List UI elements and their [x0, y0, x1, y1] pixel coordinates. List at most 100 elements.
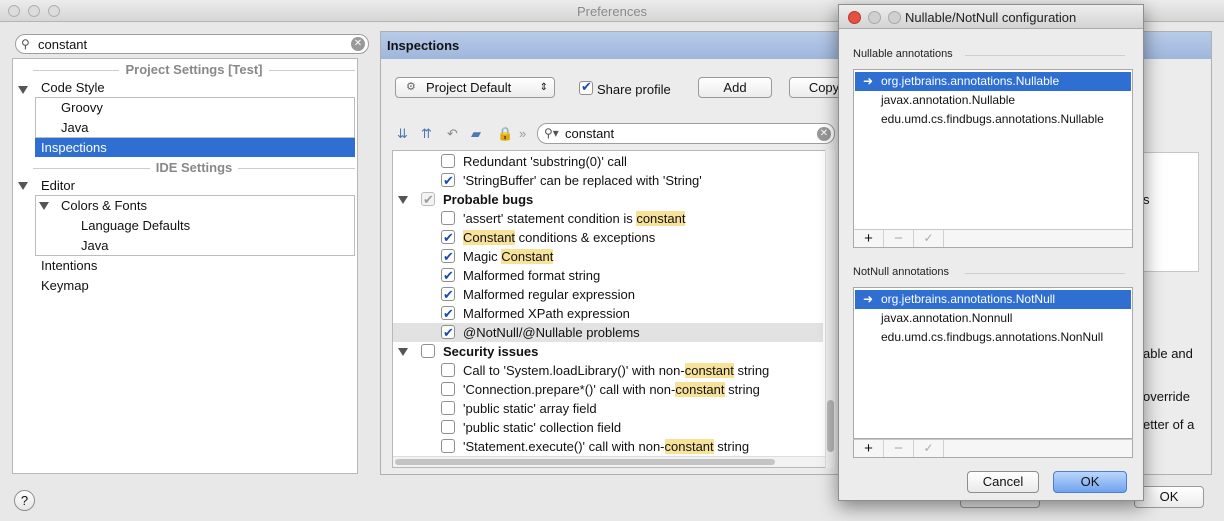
inspection-list: Redundant 'substring(0)' call 'StringBuff… — [392, 150, 835, 468]
inspection-checkbox[interactable] — [441, 266, 455, 285]
inspection-vertical-scrollbar[interactable] — [825, 150, 835, 468]
remove-notnull-icon[interactable]: − — [884, 440, 914, 457]
inspection-label: Call to 'System.loadLibrary()' with non-… — [463, 363, 770, 378]
notnull-item-selected[interactable]: ➜ org.jetbrains.annotations.NotNull — [855, 290, 1131, 309]
inspection-item[interactable]: 'Statement.execute()' call with non-cons… — [393, 437, 823, 456]
tree-item-editor[interactable]: Editor — [41, 176, 75, 195]
tree-item-intentions[interactable]: Intentions — [41, 256, 97, 275]
lock-icon[interactable]: 🔒 — [497, 126, 513, 142]
inspection-checkbox[interactable] — [441, 323, 455, 342]
nullable-item[interactable]: edu.umd.cs.findbugs.annotations.Nullable — [855, 110, 1131, 129]
notnull-item[interactable]: edu.umd.cs.findbugs.annotations.NonNull — [855, 328, 1131, 347]
inspection-checkbox[interactable] — [441, 420, 455, 434]
horizontal-scroll-thumb[interactable] — [395, 459, 775, 465]
remove-nullable-icon[interactable]: − — [884, 230, 914, 247]
inspection-filter-input[interactable]: ⚲▾ constant ✕ — [537, 123, 835, 144]
inspection-checkbox[interactable] — [441, 211, 455, 225]
more-icon[interactable]: » — [519, 126, 526, 141]
reset-icon[interactable]: ↶ — [447, 126, 458, 142]
inspection-item[interactable]: Constant conditions & exceptions — [393, 228, 823, 247]
clear-search-icon[interactable]: ✕ — [351, 37, 365, 51]
inspection-item[interactable]: Call to 'System.loadLibrary()' with non-… — [393, 361, 823, 380]
nullable-item[interactable]: javax.annotation.Nullable — [855, 91, 1131, 110]
settings-search-input[interactable]: ⚲ constant ✕ — [15, 34, 369, 54]
expand-group-icon[interactable] — [398, 196, 408, 204]
inspection-item[interactable]: 'assert' statement condition is constant — [393, 209, 823, 228]
tree-item-keymap[interactable]: Keymap — [41, 276, 89, 295]
inspection-group[interactable]: Probable bugs — [393, 190, 823, 209]
inspection-item[interactable]: 'Connection.prepare*()' call with non-co… — [393, 380, 823, 399]
dialog-title: Nullable/NotNull configuration — [905, 10, 1077, 25]
inspection-label: Malformed format string — [463, 268, 601, 283]
inspection-checkbox[interactable] — [421, 344, 435, 358]
edit-icon[interactable]: ▰ — [471, 126, 481, 142]
expand-colors-fonts-icon[interactable] — [39, 202, 49, 210]
inspection-item[interactable]: Magic Constant — [393, 247, 823, 266]
tree-item-groovy[interactable]: Groovy — [61, 98, 103, 117]
dialog-zoom-button[interactable] — [888, 11, 901, 24]
profile-icon: ⚙ — [406, 81, 416, 93]
dialog-ok-button[interactable]: OK — [1053, 471, 1127, 493]
inspection-label: Security issues — [443, 344, 539, 359]
dialog-close-button[interactable] — [848, 11, 861, 24]
inspection-item[interactable]: 'StringBuffer' can be replaced with 'Str… — [393, 171, 823, 190]
inspection-item[interactable]: Malformed regular expression — [393, 285, 823, 304]
inspection-group[interactable]: Security issues — [393, 342, 823, 361]
inspection-checkbox[interactable] — [441, 439, 455, 453]
inspection-label: 'public static' collection field — [463, 420, 622, 435]
inspection-checkbox[interactable] — [421, 190, 435, 209]
inspection-item[interactable]: Redundant 'substring(0)' call — [393, 152, 823, 171]
dialog-minimize-button[interactable] — [868, 11, 881, 24]
inspection-label: 'StringBuffer' can be replaced with 'Str… — [463, 173, 702, 188]
inspection-checkbox[interactable] — [441, 304, 455, 323]
tree-item-inspections[interactable]: Inspections — [35, 138, 355, 157]
tree-item-language-defaults[interactable]: Language Defaults — [81, 216, 190, 235]
tree-item-java-colors[interactable]: Java — [81, 236, 108, 255]
inspection-checkbox[interactable] — [441, 228, 455, 247]
help-button[interactable]: ? — [14, 490, 35, 511]
notnull-item[interactable]: javax.annotation.Nonnull — [855, 309, 1131, 328]
inspection-checkbox[interactable] — [441, 401, 455, 415]
nullable-item-selected[interactable]: ➜ org.jetbrains.annotations.Nullable — [855, 72, 1131, 91]
section-ide-settings: IDE Settings — [33, 160, 355, 175]
add-notnull-icon[interactable]: + — [854, 440, 884, 457]
inspection-label: 'Statement.execute()' call with non-cons… — [463, 439, 750, 454]
dialog-title-bar: Nullable/NotNull configuration — [839, 5, 1143, 29]
inspection-item[interactable]: 'public static' array field — [393, 399, 823, 418]
inspection-checkbox[interactable] — [441, 382, 455, 396]
preferences-ok-button[interactable]: OK — [1134, 486, 1204, 508]
collapse-all-icon[interactable]: ⇈ — [421, 126, 432, 142]
search-match-highlight: constant — [675, 382, 725, 397]
inspection-filter-value: constant — [565, 126, 615, 141]
notnull-annotations-list: ➜ org.jetbrains.annotations.NotNull javax… — [853, 287, 1133, 439]
inspection-horizontal-scrollbar[interactable] — [393, 456, 825, 467]
expand-group-icon[interactable] — [398, 348, 408, 356]
inspection-item[interactable]: 'public static' collection field — [393, 418, 823, 437]
profile-select[interactable]: Project Default ⇕ ⚙ — [395, 77, 555, 98]
set-default-nullable-icon[interactable]: ✓ — [914, 230, 944, 247]
clear-filter-icon[interactable]: ✕ — [817, 127, 831, 141]
dialog-cancel-button[interactable]: Cancel — [967, 471, 1039, 493]
expand-code-style-icon[interactable] — [18, 86, 28, 94]
tree-item-java[interactable]: Java — [61, 118, 88, 137]
inspection-checkbox[interactable] — [441, 171, 455, 190]
tree-item-code-style[interactable]: Code Style — [41, 78, 105, 97]
inspection-label: Malformed XPath expression — [463, 306, 630, 321]
search-match-highlight: Constant — [501, 249, 554, 264]
search-match-highlight: constant — [636, 211, 686, 226]
expand-editor-icon[interactable] — [18, 182, 28, 190]
inspection-checkbox[interactable] — [441, 285, 455, 304]
inspection-checkbox[interactable] — [441, 247, 455, 266]
inspection-checkbox[interactable] — [441, 363, 455, 377]
share-profile-checkbox[interactable] — [579, 79, 593, 95]
tree-item-colors-fonts[interactable]: Colors & Fonts — [61, 196, 147, 215]
inspection-item[interactable]: Malformed format string — [393, 266, 823, 285]
add-button[interactable]: Add — [698, 77, 772, 98]
vertical-scroll-thumb[interactable] — [827, 400, 834, 452]
inspection-item[interactable]: @NotNull/@Nullable problems — [393, 323, 823, 342]
inspection-checkbox[interactable] — [441, 154, 455, 168]
inspection-item[interactable]: Malformed XPath expression — [393, 304, 823, 323]
set-default-notnull-icon[interactable]: ✓ — [914, 440, 944, 457]
add-nullable-icon[interactable]: + — [854, 230, 884, 247]
expand-all-icon[interactable]: ⇊ — [397, 126, 408, 142]
